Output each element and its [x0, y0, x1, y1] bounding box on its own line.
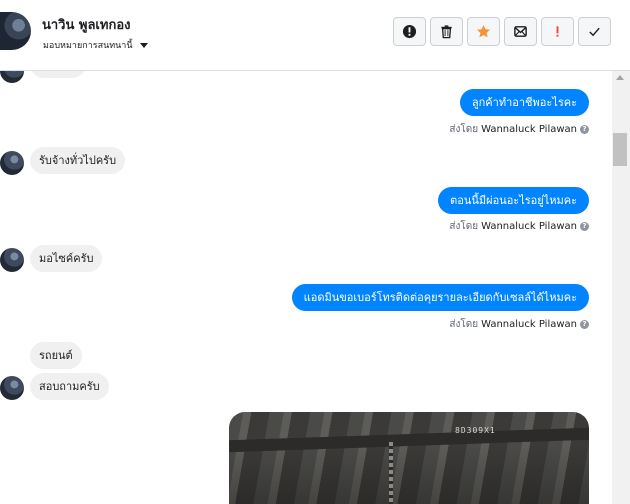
incoming-message: รับจ้างทั่วไปครับ — [30, 147, 126, 174]
scrollbar[interactable] — [612, 71, 630, 504]
incoming-message: มอไซค์ครับ — [30, 245, 103, 272]
photo-detail — [229, 427, 589, 453]
contact-name[interactable]: นาวิน พูลเทกอง — [42, 14, 130, 35]
done-button[interactable] — [578, 17, 611, 46]
sender-name: Wannaluck Pilawan — [481, 221, 577, 232]
follow-up-button[interactable] — [541, 17, 574, 46]
incoming-message: สอบถามครับ — [30, 373, 109, 400]
trash-icon — [441, 25, 452, 39]
help-icon[interactable]: ? — [580, 222, 589, 231]
caret-down-icon — [139, 42, 148, 48]
help-icon[interactable]: ? — [580, 125, 589, 134]
sent-by-prefix: ส่งโดย — [449, 319, 479, 330]
photo-attachment[interactable]: 8D309X1 — [229, 412, 589, 504]
conversation-header: นาวิน พูลเทกอง มอบหมายการสนทนานี้ — [0, 0, 630, 71]
message-thread[interactable]: ลูกค้าทำอาชีพอะไรคะ ส่งโดย Wannaluck Pil… — [0, 71, 612, 504]
star-button[interactable] — [467, 17, 500, 46]
contact-avatar-small — [0, 376, 24, 400]
sent-by-info: ส่งโดย Wannaluck Pilawan ? — [449, 219, 589, 234]
sent-by-prefix: ส่งโดย — [449, 124, 479, 135]
outgoing-message: ลูกค้าทำอาชีพอะไรคะ — [459, 89, 589, 116]
help-icon[interactable]: ? — [580, 320, 589, 329]
scroll-up-icon[interactable] — [616, 75, 624, 80]
sent-by-info: ส่งโดย Wannaluck Pilawan ? — [449, 317, 589, 332]
exclamation-icon — [556, 26, 559, 37]
exclamation-circle-icon — [402, 24, 417, 39]
delete-button[interactable] — [430, 17, 463, 46]
outgoing-message: แอดมินขอเบอร์โทรติดต่อคุยรายละเอียดกับเซ… — [291, 284, 589, 311]
sent-by-prefix: ส่งโดย — [449, 221, 479, 232]
photo-detail — [389, 442, 393, 504]
assign-conversation-dropdown[interactable]: มอบหมายการสนทนานี้ — [43, 38, 148, 52]
sender-name: Wannaluck Pilawan — [481, 319, 577, 330]
scrollbar-thumb[interactable] — [613, 133, 627, 166]
envelope-icon — [514, 26, 527, 37]
assign-label: มอบหมายการสนทนานี้ — [43, 41, 133, 51]
photo-plate-text: 8D309X1 — [455, 426, 496, 435]
contact-avatar-small — [0, 151, 24, 175]
conversation-actions — [393, 17, 611, 46]
contact-avatar-small — [0, 71, 24, 83]
check-icon — [589, 27, 600, 37]
incoming-message: รถยนต์ — [30, 342, 82, 369]
spam-button[interactable] — [393, 17, 426, 46]
sender-name: Wannaluck Pilawan — [481, 124, 577, 135]
incoming-message — [30, 71, 86, 78]
contact-avatar[interactable] — [0, 12, 31, 50]
outgoing-message: ตอนนี้มีผ่อนอะไรอยู่ไหมคะ — [438, 187, 589, 214]
unread-button[interactable] — [504, 17, 537, 46]
star-icon — [476, 24, 491, 38]
contact-avatar-small — [0, 248, 24, 272]
sent-by-info: ส่งโดย Wannaluck Pilawan ? — [449, 122, 589, 137]
